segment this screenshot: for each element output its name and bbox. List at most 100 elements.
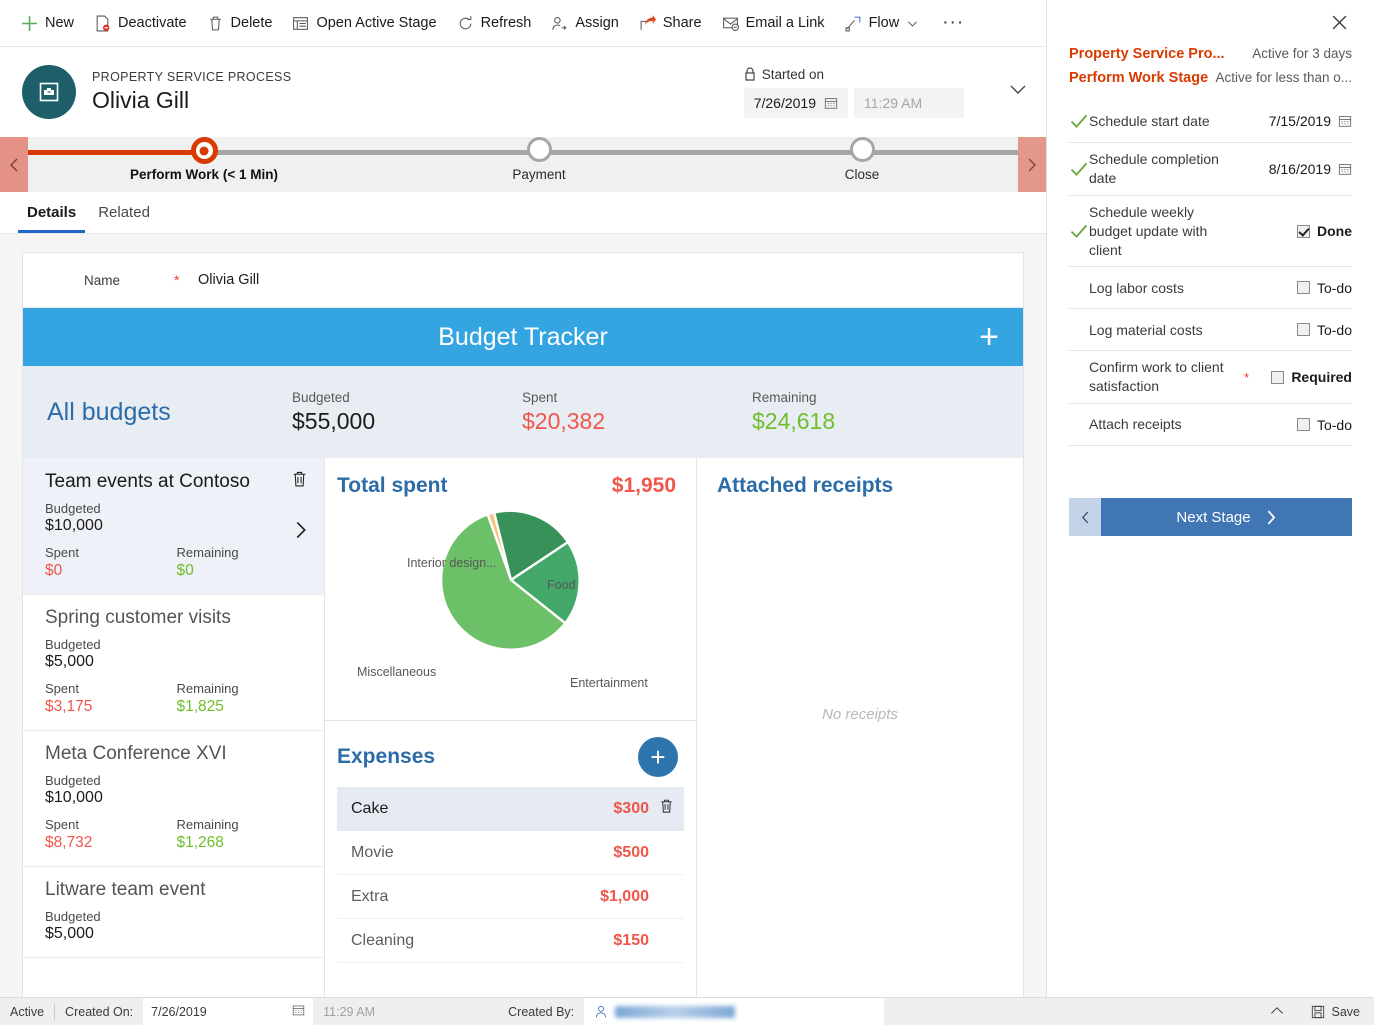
delete-button[interactable]: Delete xyxy=(198,4,282,42)
sidebar-stage-name[interactable]: Perform Work Stage xyxy=(1069,70,1208,86)
budget-tracker-title: Budget Tracker xyxy=(438,323,608,352)
stage-step-log-labor-costs[interactable]: Log labor costs To-do xyxy=(1069,266,1352,308)
add-expense-button[interactable]: + xyxy=(638,737,678,777)
stage-step-schedule-weekly-budget-update[interactable]: Schedule weekly budget update with clien… xyxy=(1069,195,1352,267)
budget-list-item[interactable]: Litware team event Budgeted $5,000 xyxy=(23,867,324,958)
stage-step-value[interactable]: 7/15/2019 xyxy=(1269,113,1352,129)
budget-item-budgeted-value: $5,000 xyxy=(45,925,308,943)
expense-amount: $500 xyxy=(613,844,649,862)
created-on-time-value[interactable]: 11:29 AM xyxy=(313,1005,498,1019)
budget-list-item[interactable]: Team events at Contoso Budgeted $10,000 xyxy=(23,458,324,595)
stage-step-value[interactable]: To-do xyxy=(1297,280,1352,296)
expense-row[interactable]: Extra $1,000 xyxy=(337,875,684,919)
created-by-person[interactable] xyxy=(584,998,884,1025)
stage-step-state: To-do xyxy=(1317,322,1352,338)
chevron-right-icon xyxy=(294,520,308,540)
started-date-field[interactable]: 7/26/2019 xyxy=(744,88,848,118)
expense-row[interactable]: Cake $300 xyxy=(337,787,684,831)
tab-related[interactable]: Related xyxy=(89,204,159,233)
close-icon xyxy=(1331,14,1348,31)
stage-step-value[interactable]: Done xyxy=(1297,223,1352,239)
open-budget-button[interactable] xyxy=(294,520,308,546)
started-on-block: Started on 7/26/2019 11:29 AM xyxy=(744,67,1028,118)
delete-expense-button[interactable] xyxy=(659,798,674,819)
pie-label-miscellaneous: Miscellaneous xyxy=(357,665,436,679)
previous-stage-button[interactable] xyxy=(1069,498,1101,536)
started-time-field[interactable]: 11:29 AM xyxy=(854,88,964,118)
stage-step-value[interactable]: Required xyxy=(1271,369,1352,385)
open-active-stage-button[interactable]: Open Active Stage xyxy=(283,4,445,42)
all-budgets-label[interactable]: All budgets xyxy=(47,398,292,427)
plus-icon[interactable]: + xyxy=(979,320,999,354)
budget-list-item[interactable]: Meta Conference XVI Budgeted $10,000 Spe… xyxy=(23,731,324,867)
started-on-label-row: Started on xyxy=(744,67,964,82)
expand-status-bar-button[interactable] xyxy=(1269,1005,1285,1019)
budget-item-budgeted-label: Budgeted xyxy=(45,501,308,516)
next-stage-label: Next Stage xyxy=(1176,509,1250,526)
assign-button[interactable]: Assign xyxy=(542,4,628,42)
bpf-stage-payment[interactable]: Payment xyxy=(443,137,635,192)
budget-item-spent-value: $8,732 xyxy=(45,834,177,852)
next-stage-button[interactable]: Next Stage xyxy=(1101,498,1352,536)
stage-step-schedule-completion-date[interactable]: Schedule completion date 8/16/2019 xyxy=(1069,142,1352,195)
new-label: New xyxy=(45,15,74,31)
share-label: Share xyxy=(663,15,702,31)
plus-icon xyxy=(21,15,38,32)
budget-item-remaining: Remaining $0 xyxy=(177,545,309,580)
bpf-next-button[interactable] xyxy=(1018,137,1046,192)
stage-step-checkbox[interactable] xyxy=(1297,281,1310,294)
budget-list-item[interactable]: Spring customer visits Budgeted $5,000 S… xyxy=(23,595,324,731)
email-a-link-button[interactable]: Email a Link xyxy=(713,4,834,42)
expense-row[interactable]: Movie $500 xyxy=(337,831,684,875)
stage-step-log-material-costs[interactable]: Log material costs To-do xyxy=(1069,308,1352,350)
stage-step-checkbox[interactable] xyxy=(1297,418,1310,431)
tab-details[interactable]: Details xyxy=(18,204,85,233)
stage-step-attach-receipts[interactable]: Attach receipts To-do xyxy=(1069,403,1352,445)
bpf-stage-perform-work[interactable]: Perform Work (< 1 Min) xyxy=(108,137,300,192)
budget-item-metrics: Spent $3,175 Remaining $1,825 xyxy=(45,681,308,716)
created-on-date-field[interactable]: 7/26/2019 xyxy=(143,998,313,1025)
total-spent-header: Total spent $1,950 xyxy=(325,458,696,498)
bpf-stage-close[interactable]: Close xyxy=(766,137,958,192)
expense-name: Extra xyxy=(351,888,388,906)
budget-item-budgeted-value: $5,000 xyxy=(45,653,308,671)
delete-budget-button[interactable] xyxy=(291,470,308,493)
bpf-prev-button[interactable] xyxy=(0,137,28,192)
trash-icon xyxy=(207,15,224,32)
check-icon xyxy=(1069,221,1089,241)
person-icon xyxy=(594,1004,608,1019)
budget-item-metrics: Spent $8,732 Remaining $1,268 xyxy=(45,817,308,852)
stage-step-checkbox[interactable] xyxy=(1297,225,1310,238)
name-field-value[interactable]: Olivia Gill xyxy=(198,272,259,288)
sidebar-process-name[interactable]: Property Service Pro... xyxy=(1069,46,1225,62)
share-button[interactable]: Share xyxy=(630,4,711,42)
stage-step-state: Done xyxy=(1317,223,1352,239)
new-button[interactable]: New xyxy=(12,4,83,42)
stage-step-confirm-work-to-client-satisfaction[interactable]: Confirm work to client satisfaction * Re… xyxy=(1069,350,1352,403)
stage-step-value[interactable]: To-do xyxy=(1297,417,1352,433)
flow-button[interactable]: Flow xyxy=(836,4,929,42)
main-content-column: New Deactivate Delete Open Active Stage … xyxy=(0,0,1047,1025)
expense-row[interactable]: Cleaning $150 xyxy=(337,919,684,963)
stage-step-schedule-start-date[interactable]: Schedule start date 7/15/2019 xyxy=(1069,100,1352,142)
started-on-fields: 7/26/2019 11:29 AM xyxy=(744,88,964,118)
receipts-empty-text: No receipts xyxy=(697,706,1023,723)
stage-step-checkbox[interactable] xyxy=(1271,371,1284,384)
save-label: Save xyxy=(1332,1005,1361,1019)
budget-item-name: Team events at Contoso xyxy=(45,471,250,493)
stage-step-date: 7/15/2019 xyxy=(1269,113,1331,129)
summary-budgeted-label: Budgeted xyxy=(292,390,522,405)
stage-step-value[interactable]: 8/16/2019 xyxy=(1269,161,1352,177)
budget-item-budgeted-label: Budgeted xyxy=(45,637,308,652)
expense-amount: $1,000 xyxy=(600,888,649,906)
org-building-icon xyxy=(38,81,60,103)
stage-step-value[interactable]: To-do xyxy=(1297,322,1352,338)
close-sidebar-button[interactable] xyxy=(1331,14,1348,36)
overflow-menu-button[interactable]: ··· xyxy=(930,4,976,42)
stage-step-checkbox[interactable] xyxy=(1297,323,1310,336)
deactivate-button[interactable]: Deactivate xyxy=(85,4,196,42)
save-button[interactable]: Save xyxy=(1311,1005,1361,1019)
refresh-button[interactable]: Refresh xyxy=(448,4,541,42)
header-expand-button[interactable] xyxy=(1008,83,1028,101)
bpf-stage-marker-active xyxy=(191,137,218,164)
